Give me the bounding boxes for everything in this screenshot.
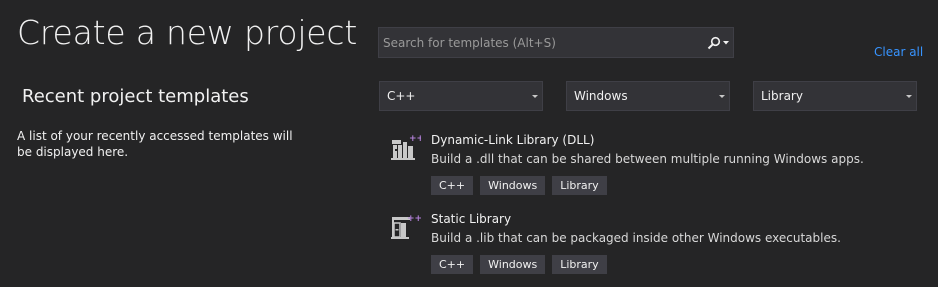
platform-filter-value: Windows [574,89,628,103]
dll-project-icon: ++ [391,134,421,160]
chevron-down-icon [532,94,538,98]
clear-all-link[interactable]: Clear all [874,45,923,59]
chevron-down-icon [723,40,729,44]
svg-text:++: ++ [407,214,421,224]
template-description: Build a .lib that can be packaged inside… [431,231,841,245]
tag-library: Library [552,255,607,274]
project-type-filter-dropdown[interactable]: Library [753,81,917,111]
recent-templates-heading: Recent project templates [22,86,249,107]
chevron-down-icon [719,94,725,98]
template-name: Static Library [431,212,512,226]
recent-templates-empty-message: A list of your recently accessed templat… [17,129,293,159]
chevron-down-icon [906,94,912,98]
static-library-project-icon: ++ [391,214,421,239]
template-tags: C++ Windows Library [431,255,607,274]
project-type-filter-value: Library [761,89,803,103]
tag-windows: Windows [480,176,546,195]
template-search-box [378,27,734,58]
template-name: Dynamic-Link Library (DLL) [431,133,595,147]
template-description: Build a .dll that can be shared between … [431,152,864,166]
language-filter-value: C++ [387,89,416,103]
tag-library: Library [552,176,607,195]
language-filter-dropdown[interactable]: C++ [379,81,543,111]
search-icon [707,36,721,49]
platform-filter-dropdown[interactable]: Windows [566,81,730,111]
svg-text:++: ++ [409,134,421,144]
template-search-input[interactable] [379,28,703,57]
tag-cpp: C++ [431,176,474,195]
search-button[interactable] [703,28,733,57]
page-title: Create a new project [17,13,358,52]
template-tags: C++ Windows Library [431,176,607,195]
tag-windows: Windows [480,255,546,274]
tag-cpp: C++ [431,255,474,274]
